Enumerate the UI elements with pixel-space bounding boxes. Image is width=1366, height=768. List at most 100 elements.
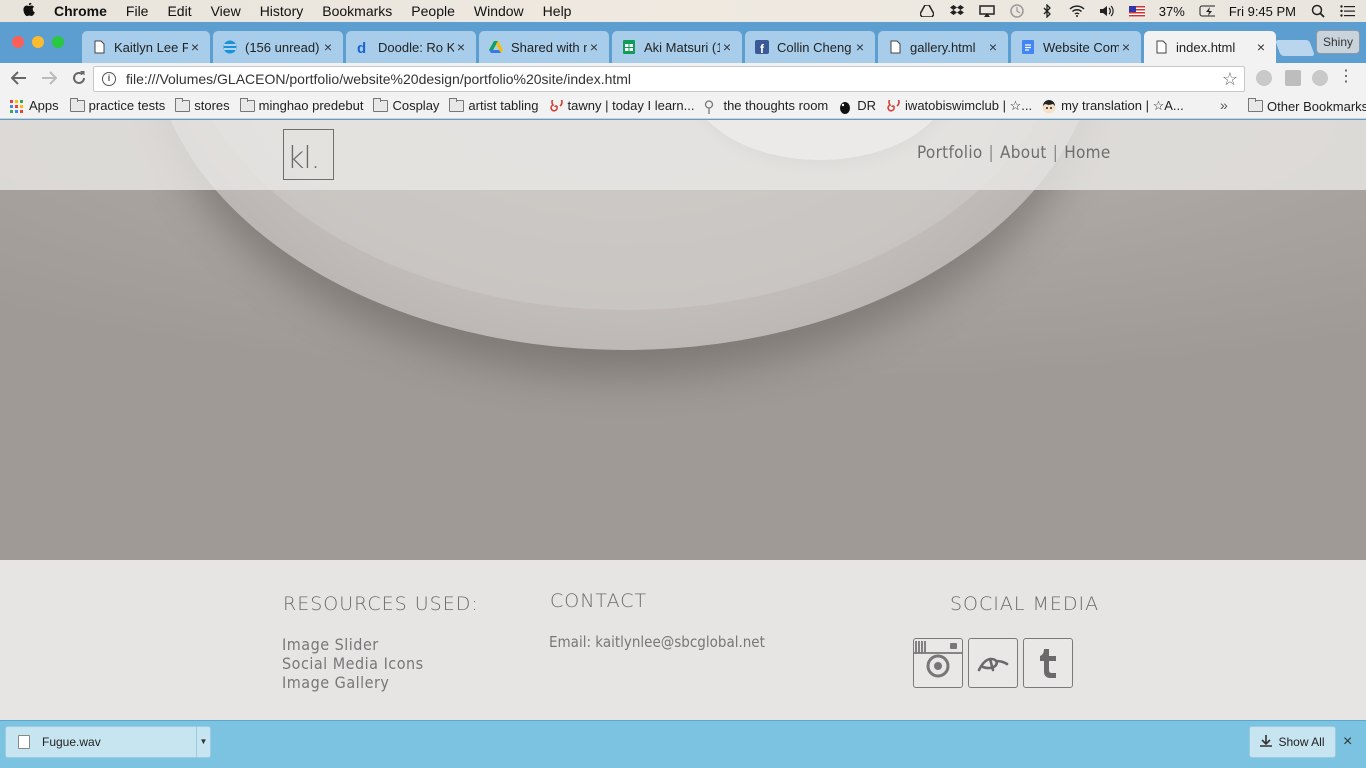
page-icon — [1154, 40, 1168, 54]
notification-center-icon[interactable] — [1340, 4, 1356, 18]
tab-4[interactable]: Aki Matsuri (1 × — [612, 31, 742, 63]
back-arrow-icon[interactable] — [10, 69, 28, 87]
wifi-icon[interactable] — [1069, 4, 1085, 18]
nav-portfolio[interactable]: Portfolio — [917, 143, 983, 163]
menu-help[interactable]: Help — [543, 3, 572, 19]
deviantart-icon[interactable] — [968, 638, 1018, 688]
tab-7[interactable]: Website Comm × — [1011, 31, 1141, 63]
bookmark-folder-cosplay[interactable]: Cosplay — [373, 97, 439, 113]
close-tab-icon[interactable]: × — [1254, 39, 1268, 55]
bookmark-label: the thoughts room — [723, 98, 829, 113]
tab-label: Collin Cheng — [777, 39, 852, 55]
nav-about[interactable]: About — [1000, 143, 1047, 163]
resource-social-media-icons[interactable]: Social Media Icons — [282, 654, 424, 673]
info-icon[interactable]: i — [102, 72, 116, 86]
address-bar[interactable]: i file:///Volumes/GLACEON/portfolio/webs… — [93, 66, 1245, 92]
bookmark-apps[interactable]: Apps — [10, 98, 59, 113]
tab-6[interactable]: gallery.html × — [878, 31, 1008, 63]
dropbox-icon[interactable] — [949, 4, 965, 18]
close-tab-icon[interactable]: × — [587, 39, 601, 55]
bookmark-dr[interactable]: DR — [838, 98, 876, 114]
bookmark-folder-practice-tests[interactable]: practice tests — [69, 97, 166, 113]
close-tab-icon[interactable]: × — [454, 39, 468, 55]
menu-window[interactable]: Window — [474, 3, 524, 19]
menu-history[interactable]: History — [260, 3, 304, 19]
battery-percent: 37% — [1158, 3, 1185, 19]
tab-0[interactable]: Kaitlyn Lee Po × — [82, 31, 210, 63]
close-tab-icon[interactable]: × — [1119, 39, 1133, 55]
battery-charging-icon[interactable] — [1199, 4, 1215, 18]
menu-people[interactable]: People — [411, 3, 455, 19]
instagram-icon[interactable] — [913, 638, 963, 688]
profile-button[interactable]: Shiny — [1315, 30, 1360, 54]
drive-extension-icon[interactable] — [1285, 70, 1301, 86]
folder-icon — [449, 97, 465, 112]
bookmark-other-bookmarks[interactable]: Other Bookmarks — [1248, 93, 1366, 119]
download-shelf: Fugue.wav ▼ Show All × — [0, 720, 1366, 768]
forward-arrow-icon[interactable] — [40, 69, 58, 87]
bookmark-tawny[interactable]: tawny | today I learn... — [549, 98, 695, 113]
menubar-clock[interactable]: Fri 9:45 PM — [1229, 4, 1296, 19]
menu-file[interactable]: File — [126, 3, 149, 19]
close-shelf-icon[interactable]: × — [1343, 733, 1352, 751]
bookmark-iwatobiswimclub[interactable]: iwatobiswimclub | ☆... — [886, 98, 1032, 114]
resources-heading: RESOURCES USED: — [283, 593, 479, 615]
close-window-button[interactable] — [12, 36, 24, 48]
close-tab-icon[interactable]: × — [720, 39, 734, 55]
chrome-menu-icon[interactable]: ⋮ — [1338, 69, 1354, 85]
airplay-icon[interactable] — [979, 4, 995, 18]
menu-app-chrome[interactable]: Chrome — [54, 3, 107, 19]
bird-icon — [838, 100, 853, 114]
close-tab-icon[interactable]: × — [321, 39, 335, 55]
minimize-window-button[interactable] — [32, 36, 44, 48]
nav-separator: | — [1052, 143, 1059, 163]
extension-icon[interactable] — [1256, 70, 1272, 86]
menu-bookmarks[interactable]: Bookmarks — [322, 3, 392, 19]
reload-icon[interactable] — [70, 69, 88, 87]
site-logo[interactable]: kl. — [283, 129, 334, 180]
close-tab-icon[interactable]: × — [986, 39, 1000, 55]
resource-image-gallery[interactable]: Image Gallery — [282, 673, 424, 692]
new-tab-button[interactable] — [1275, 40, 1315, 56]
apple-icon[interactable] — [20, 3, 38, 19]
bookmark-label: artist tabling — [468, 98, 539, 113]
show-all-downloads-button[interactable]: Show All — [1249, 726, 1336, 758]
tab-1[interactable]: (156 unread) × — [213, 31, 343, 63]
tumblr-icon[interactable] — [1023, 638, 1073, 688]
bookmark-folder-stores[interactable]: stores — [175, 97, 230, 113]
download-options-chevron-icon[interactable]: ▼ — [196, 727, 210, 757]
spotlight-search-icon[interactable] — [1310, 4, 1326, 18]
nav-home[interactable]: Home — [1064, 143, 1110, 163]
tab-label: index.html — [1176, 39, 1236, 55]
bookmark-my-translation[interactable]: my translation | ☆A... — [1042, 98, 1184, 114]
contact-email[interactable]: Email: kaitlynlee@sbcglobal.net — [549, 633, 765, 651]
att-globe-icon — [223, 40, 237, 54]
google-drive-icon[interactable] — [919, 4, 935, 18]
us-flag-icon[interactable] — [1128, 4, 1145, 18]
tab-2[interactable]: d Doodle: Ro Kh × — [346, 31, 476, 63]
tab-3[interactable]: Shared with m × — [479, 31, 609, 63]
bookmark-folder-artist-tabling[interactable]: artist tabling — [449, 97, 539, 113]
download-item[interactable]: Fugue.wav ▼ — [5, 726, 211, 758]
close-tab-icon[interactable]: × — [188, 39, 202, 55]
bookmark-label: tawny | today I learn... — [567, 98, 695, 113]
resource-image-slider[interactable]: Image Slider — [282, 635, 424, 654]
tab-label: Doodle: Ro Kh — [378, 39, 454, 55]
bluetooth-icon[interactable] — [1039, 4, 1055, 18]
close-tab-icon[interactable]: × — [853, 39, 867, 55]
tab-active-index[interactable]: index.html × — [1144, 31, 1276, 63]
bookmark-star-icon[interactable]: ☆ — [1222, 69, 1238, 90]
web-page: kl. Portfolio | About | Home RESOURCES U… — [0, 120, 1366, 720]
menu-edit[interactable]: Edit — [167, 3, 191, 19]
volume-icon[interactable] — [1099, 4, 1115, 18]
more-bookmarks-chevron-icon[interactable]: » — [1220, 97, 1228, 113]
url-text[interactable]: file:///Volumes/GLACEON/portfolio/websit… — [126, 71, 631, 87]
m-extension-icon[interactable] — [1312, 70, 1328, 86]
tab-5[interactable]: f Collin Cheng × — [745, 31, 875, 63]
bookmark-folder-minghao[interactable]: minghao predebut — [239, 97, 363, 113]
bookmark-label: practice tests — [88, 98, 166, 113]
time-machine-icon[interactable] — [1009, 4, 1025, 18]
zoom-window-button[interactable] — [52, 36, 64, 48]
bookmark-thoughts-room[interactable]: the thoughts room — [704, 98, 829, 114]
menu-view[interactable]: View — [211, 3, 241, 19]
